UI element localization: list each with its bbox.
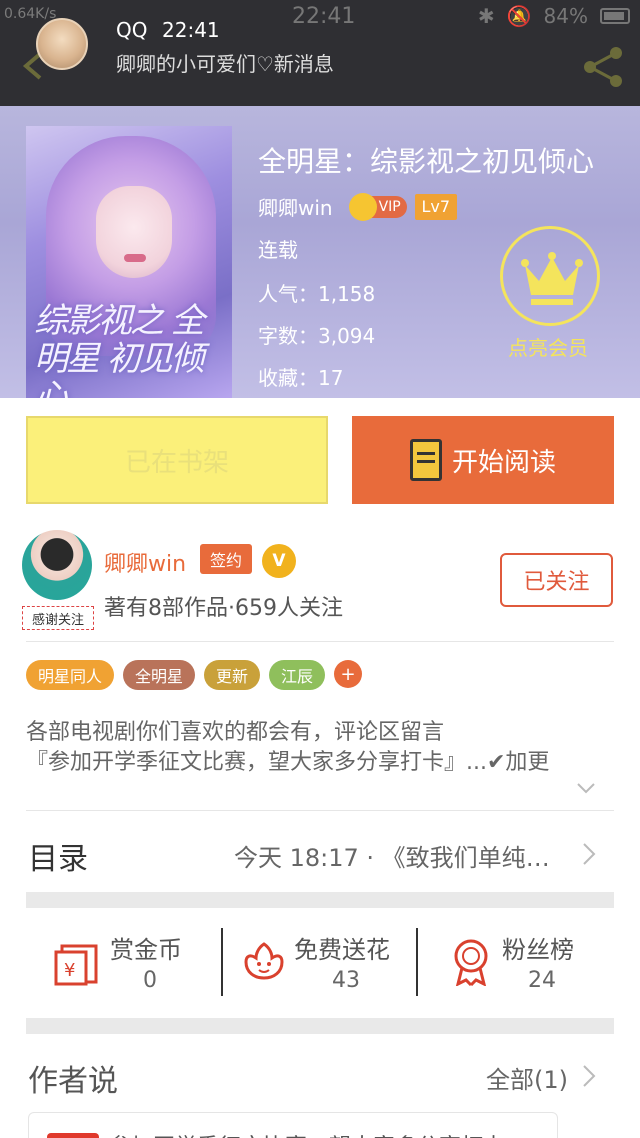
network-speed: 0.64K/s [4, 6, 57, 22]
reward-coins-stat[interactable]: ¥ 赏金币 0 [54, 926, 224, 1000]
level-badge: Lv7 [414, 193, 457, 220]
vip-badge-label: VIP [378, 198, 401, 215]
stat-divider [416, 928, 418, 996]
tag-item[interactable]: 明星同人 [26, 660, 115, 690]
divider [26, 641, 614, 642]
svg-text:¥: ¥ [64, 960, 75, 981]
author-says-all[interactable]: 全部(1) [486, 1060, 568, 1095]
in-shelf-button[interactable]: 已在书架 [26, 416, 328, 504]
membership-label[interactable]: 点亮会员 [508, 332, 588, 361]
author-avatar[interactable] [22, 530, 92, 600]
stat-value: 0 [143, 968, 157, 993]
book-detail-screen: 0.64K/s 22:41 ✱ 🔕 84% QQ 22:41 卿卿的小可爱们♡新… [0, 0, 640, 1138]
toc-latest-chapter[interactable]: 今天 18:17 · 《致我们单纯的小美好》 [234, 838, 564, 873]
status-right: ✱ 🔕 84% [478, 4, 630, 28]
book-popularity: 人气：1,158 [258, 282, 376, 306]
add-tag-button[interactable]: + [334, 660, 363, 688]
start-reading-button[interactable]: 开始阅读 [352, 416, 614, 504]
stat-label: 免费送花 [294, 936, 390, 964]
stat-label: 粉丝榜 [502, 936, 574, 964]
stat-divider [221, 928, 223, 996]
membership-button[interactable] [500, 226, 600, 326]
chevron-right-icon[interactable] [582, 1064, 596, 1088]
vip-badge: VIP [348, 192, 407, 221]
chevron-right-icon[interactable] [582, 842, 596, 866]
notification-time: 22:41 [162, 18, 220, 42]
divider [26, 810, 614, 811]
book-author-row: 卿卿win VIP Lv7 [258, 192, 457, 221]
fan-ranking-stat[interactable]: 粉丝榜 24 [450, 926, 600, 1000]
share-icon[interactable] [580, 44, 626, 90]
section-separator [26, 892, 614, 908]
thanks-follow-tag: 感谢关注 [22, 606, 94, 630]
intro-line-1: 各部电视剧你们喜欢的都会有，评论区留言 [26, 720, 445, 745]
red-envelope-icon: ¥ [54, 944, 98, 986]
book-intro[interactable]: 各部电视剧你们喜欢的都会有，评论区留言 『参加开学季征文比赛，望大家多分享打卡』… [26, 718, 614, 778]
section-separator [26, 1018, 614, 1034]
cover-title: 综影视之 全明星 初见倾心 [34, 301, 205, 398]
tag-item[interactable]: 江辰 [269, 660, 326, 690]
stat-value: 24 [528, 968, 556, 993]
author-says-card[interactable]: 参加开学季征文比赛，望大家多分享打卡 [28, 1112, 558, 1138]
chevron-down-icon[interactable] [576, 782, 596, 794]
book-icon [409, 439, 442, 481]
notification-message[interactable]: 卿卿的小可爱们♡新消息 [116, 48, 334, 77]
book-favorites: 收藏：17 [258, 366, 344, 390]
toc-title[interactable]: 目录 [28, 834, 88, 878]
book-word-count: 字数：3,094 [258, 324, 376, 348]
stat-value: 43 [332, 968, 360, 993]
notification-app: QQ [116, 18, 148, 42]
author-says-title: 作者说 [28, 1064, 118, 1099]
author-name[interactable]: 卿卿win [104, 546, 186, 578]
crown-icon [521, 252, 583, 305]
medal-icon [454, 939, 488, 986]
battery-percent: 84% [543, 4, 588, 28]
start-reading-label: 开始阅读 [451, 447, 556, 478]
book-status: 连载 [258, 238, 298, 262]
cover-figure-lips [124, 254, 146, 262]
followed-button[interactable]: 已关注 [500, 553, 613, 607]
battery-icon [600, 8, 630, 24]
bluetooth-icon: ✱ [477, 4, 495, 28]
verified-badge: V [262, 544, 296, 578]
vip-crown-icon [348, 192, 377, 221]
flower-icon [244, 942, 284, 980]
author-says-preview: 参加开学季征文比赛，望大家多分享打卡 [109, 1129, 505, 1138]
tag-item[interactable]: 更新 [204, 660, 261, 690]
book-author-name[interactable]: 卿卿win [258, 192, 333, 221]
free-flowers-stat[interactable]: 免费送花 43 [244, 926, 414, 1000]
stat-label: 赏金币 [110, 936, 182, 964]
status-time: 22:41 [292, 4, 356, 29]
book-title: 全明星：综影视之初见倾心 [258, 145, 595, 178]
book-hero: 综影视之 全明星 初见倾心 全明星：综影视之初见倾心 卿卿win VIP Lv7… [0, 106, 640, 398]
author-works: 著有8部作品·659人关注 [104, 596, 343, 621]
status-bar: 0.64K/s 22:41 ✱ 🔕 84% [0, 0, 640, 34]
mute-icon: 🔕 [506, 4, 532, 28]
notification-avatar [36, 18, 88, 70]
top-bar: 0.64K/s 22:41 ✱ 🔕 84% QQ 22:41 卿卿的小可爱们♡新… [0, 0, 640, 106]
book-cover[interactable]: 综影视之 全明星 初见倾心 [26, 126, 232, 398]
tag-list: 明星同人 全明星 更新 江辰 + [26, 660, 363, 690]
tag-item[interactable]: 全明星 [123, 660, 196, 690]
intro-line-2: 『参加开学季征文比赛，望大家多分享打卡』...✔加更 [26, 750, 550, 775]
signed-badge: 签约 [200, 544, 252, 574]
cover-figure-face [96, 186, 172, 278]
announcement-flag-icon [47, 1133, 99, 1138]
